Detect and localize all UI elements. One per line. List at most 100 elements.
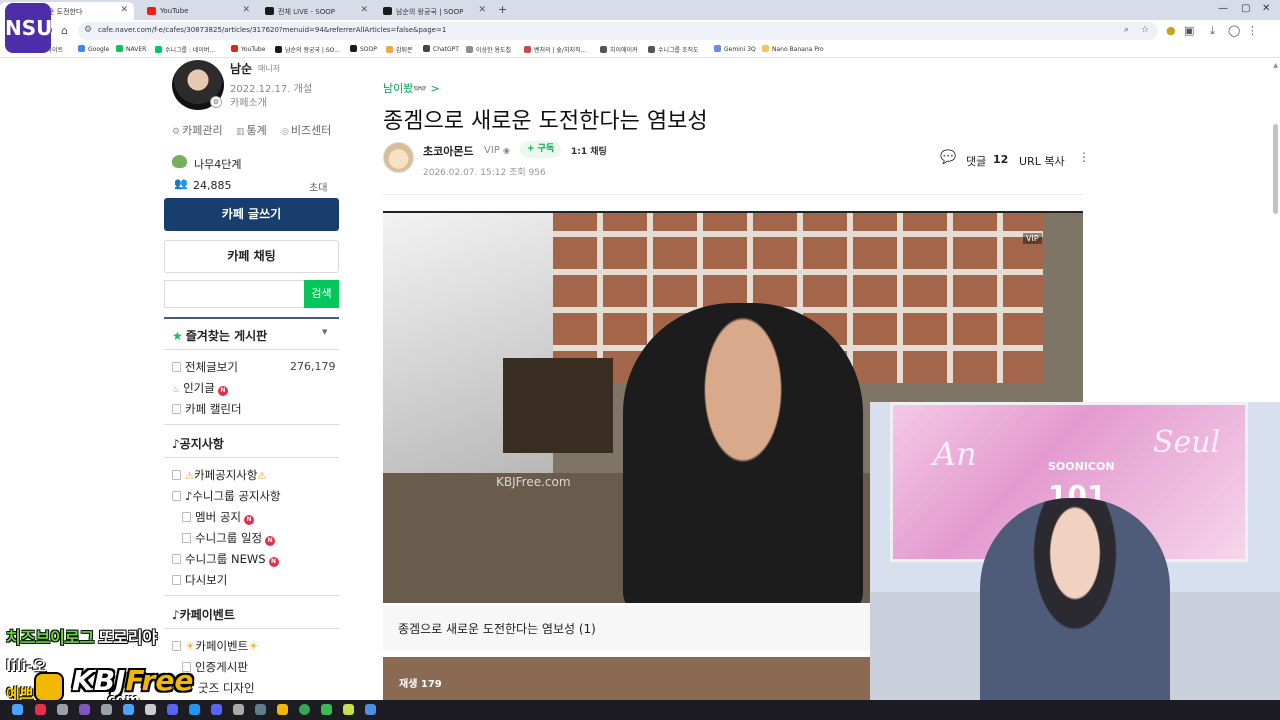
menu-group-schedule[interactable]: 수니그룹 일정 N: [182, 530, 276, 546]
close-icon[interactable]: ✕: [360, 5, 368, 15]
comment-label[interactable]: 댓글: [966, 153, 986, 169]
invite-link[interactable]: 초대: [309, 179, 327, 194]
scrollbar-thumb[interactable]: [1273, 124, 1278, 214]
app-icon[interactable]: [145, 704, 156, 715]
new-badge: N: [243, 515, 254, 525]
member-count[interactable]: 24,885: [193, 179, 232, 192]
new-tab-button[interactable]: +: [498, 3, 507, 16]
extensions-puzzle-icon[interactable]: ▣: [1184, 24, 1194, 37]
stats-link[interactable]: ▥ 통계: [236, 122, 267, 138]
board-icon: [172, 641, 181, 651]
play-count: 재생 179: [399, 679, 442, 690]
bookmark-item[interactable]: 남순의 왕궁국 | SO...: [275, 45, 340, 54]
close-icon[interactable]: ✕: [120, 5, 128, 15]
bookmark-item[interactable]: Gemini 3Q: [714, 45, 756, 53]
one-on-one-chat-button[interactable]: 1:1 채팅: [571, 144, 607, 157]
maximize-button[interactable]: ▢: [1241, 3, 1250, 14]
minimize-button[interactable]: —: [1218, 3, 1228, 14]
tab-soop-channel[interactable]: 남순의 왕궁국 | SOOP ✕: [376, 2, 492, 20]
menu-all-posts[interactable]: 전체글보기: [172, 359, 238, 375]
browser-toolbar: ← → ↻ ⌂ ⚙ cafe.naver.com/f-e/cafes/30873…: [0, 20, 1280, 42]
app-icon[interactable]: [167, 704, 178, 715]
close-icon[interactable]: ✕: [242, 5, 250, 15]
subscribe-button[interactable]: + 구독: [520, 141, 562, 158]
scroll-up-icon[interactable]: ▲: [1273, 62, 1278, 69]
menu-cafe-event[interactable]: ☀카페이벤트☀: [172, 638, 259, 654]
comment-count[interactable]: 12: [993, 153, 1008, 166]
bookmark-item[interactable]: 벤처의 | 숲/치지직...: [524, 45, 586, 54]
app-icon[interactable]: [321, 704, 332, 715]
menu-goods-design[interactable]: 굿즈 디자인: [198, 680, 255, 696]
menu-dots-icon[interactable]: ⋮: [1247, 24, 1258, 37]
breadcrumb[interactable]: 남이봤👓 >: [383, 80, 440, 96]
menu-popular[interactable]: ♨ 인기글 N: [172, 380, 228, 396]
flame-icon: ♨: [172, 385, 181, 395]
app-icon[interactable]: [101, 704, 112, 715]
discord-icon[interactable]: [211, 704, 222, 715]
sun-icon: ☀: [185, 639, 196, 653]
bookmark-item[interactable]: SOOP: [350, 45, 377, 53]
bookmark-item[interactable]: Google: [78, 45, 109, 53]
close-icon[interactable]: ✕: [478, 5, 486, 15]
cafe-search-input[interactable]: [164, 280, 304, 308]
bookmark-item[interactable]: 수니그룹 조직도: [648, 45, 699, 54]
address-bar[interactable]: ⚙ cafe.naver.com/f-e/cafes/30873825/arti…: [78, 22, 1158, 40]
folder-icon[interactable]: [277, 704, 288, 715]
bookmark-item[interactable]: 감튀몬: [386, 45, 413, 54]
bookmark-item[interactable]: 수니그룹 : 네이버...: [155, 45, 215, 54]
cafe-manage-link[interactable]: ⚙ 카페관리: [172, 122, 223, 138]
section-divider: [164, 595, 339, 596]
bar-chart-icon: ▥: [236, 127, 245, 137]
download-icon[interactable]: ⤓: [1210, 24, 1215, 38]
address-url[interactable]: cafe.naver.com/f-e/cafes/30873825/articl…: [98, 26, 446, 34]
bookmark-item[interactable]: YouTube: [231, 45, 265, 53]
menu-calendar[interactable]: 카페 캘린더: [172, 401, 242, 417]
app-icon[interactable]: [233, 704, 244, 715]
bookmark-item[interactable]: Nano Banana Pro: [762, 45, 824, 53]
bookmark-item[interactable]: NAVER: [116, 45, 146, 53]
bookmark-item[interactable]: 이상한 용도칩: [466, 45, 511, 54]
menu-group-notice[interactable]: ♪수니그룹 공지사항: [172, 488, 281, 504]
window-close-button[interactable]: ✕: [1262, 3, 1270, 14]
menu-cafe-notice[interactable]: ⚠카페공지사항⚠: [172, 467, 266, 483]
profile-icon[interactable]: ◯: [1228, 24, 1240, 37]
tab-soop-live[interactable]: 전체 LIVE - SOOP ✕: [258, 2, 374, 20]
bookmark-star-icon[interactable]: ☆: [1141, 25, 1149, 35]
url-copy-button[interactable]: URL 복사: [1019, 153, 1065, 169]
app-icon[interactable]: [189, 704, 200, 715]
bookmark-item[interactable]: ChatGPT: [423, 45, 459, 53]
extension-icon[interactable]: ●: [1166, 24, 1176, 37]
cafe-chat-button[interactable]: 카페 채팅: [164, 240, 339, 273]
comment-icon[interactable]: 💬: [940, 150, 956, 165]
app-icon[interactable]: [35, 704, 46, 715]
home-icon[interactable]: ⌂: [61, 24, 68, 37]
site-info-icon[interactable]: ⚙: [84, 25, 92, 35]
zoom-icon[interactable]: ⌕: [1124, 25, 1129, 35]
biz-center-link[interactable]: ◎ 비즈센터: [281, 122, 331, 138]
manager-name[interactable]: 남순: [230, 60, 252, 77]
author-avatar[interactable]: [383, 142, 414, 173]
chevron-down-icon[interactable]: ▼: [322, 328, 327, 336]
tab-youtube[interactable]: YouTube ✕: [140, 2, 256, 20]
author-name[interactable]: 초코아몬드: [423, 143, 474, 159]
start-icon[interactable]: [12, 704, 23, 715]
menu-replay[interactable]: 다시보기: [172, 572, 227, 588]
search-button[interactable]: 검색: [304, 280, 339, 308]
menu-member-notice[interactable]: 멤버 공지 N: [182, 509, 254, 525]
app-icon[interactable]: [79, 704, 90, 715]
board-icon: [172, 491, 181, 501]
app-icon[interactable]: [365, 704, 376, 715]
app-icon[interactable]: [343, 704, 354, 715]
steam-icon[interactable]: [255, 704, 266, 715]
youtube-icon: [147, 7, 156, 15]
kbj-box-icon: [34, 672, 64, 702]
menu-group-news[interactable]: 수니그룹 NEWS N: [172, 551, 279, 567]
cafe-intro-link[interactable]: 카페소개: [230, 94, 267, 109]
poster: [503, 358, 613, 453]
bookmark-item[interactable]: 치이에이커: [600, 45, 638, 54]
app-icon[interactable]: [123, 704, 134, 715]
more-options-icon[interactable]: ⋮: [1078, 150, 1090, 164]
app-icon[interactable]: [57, 704, 68, 715]
cafe-write-button[interactable]: 카페 글쓰기: [164, 198, 339, 231]
chrome-icon[interactable]: [299, 704, 310, 715]
